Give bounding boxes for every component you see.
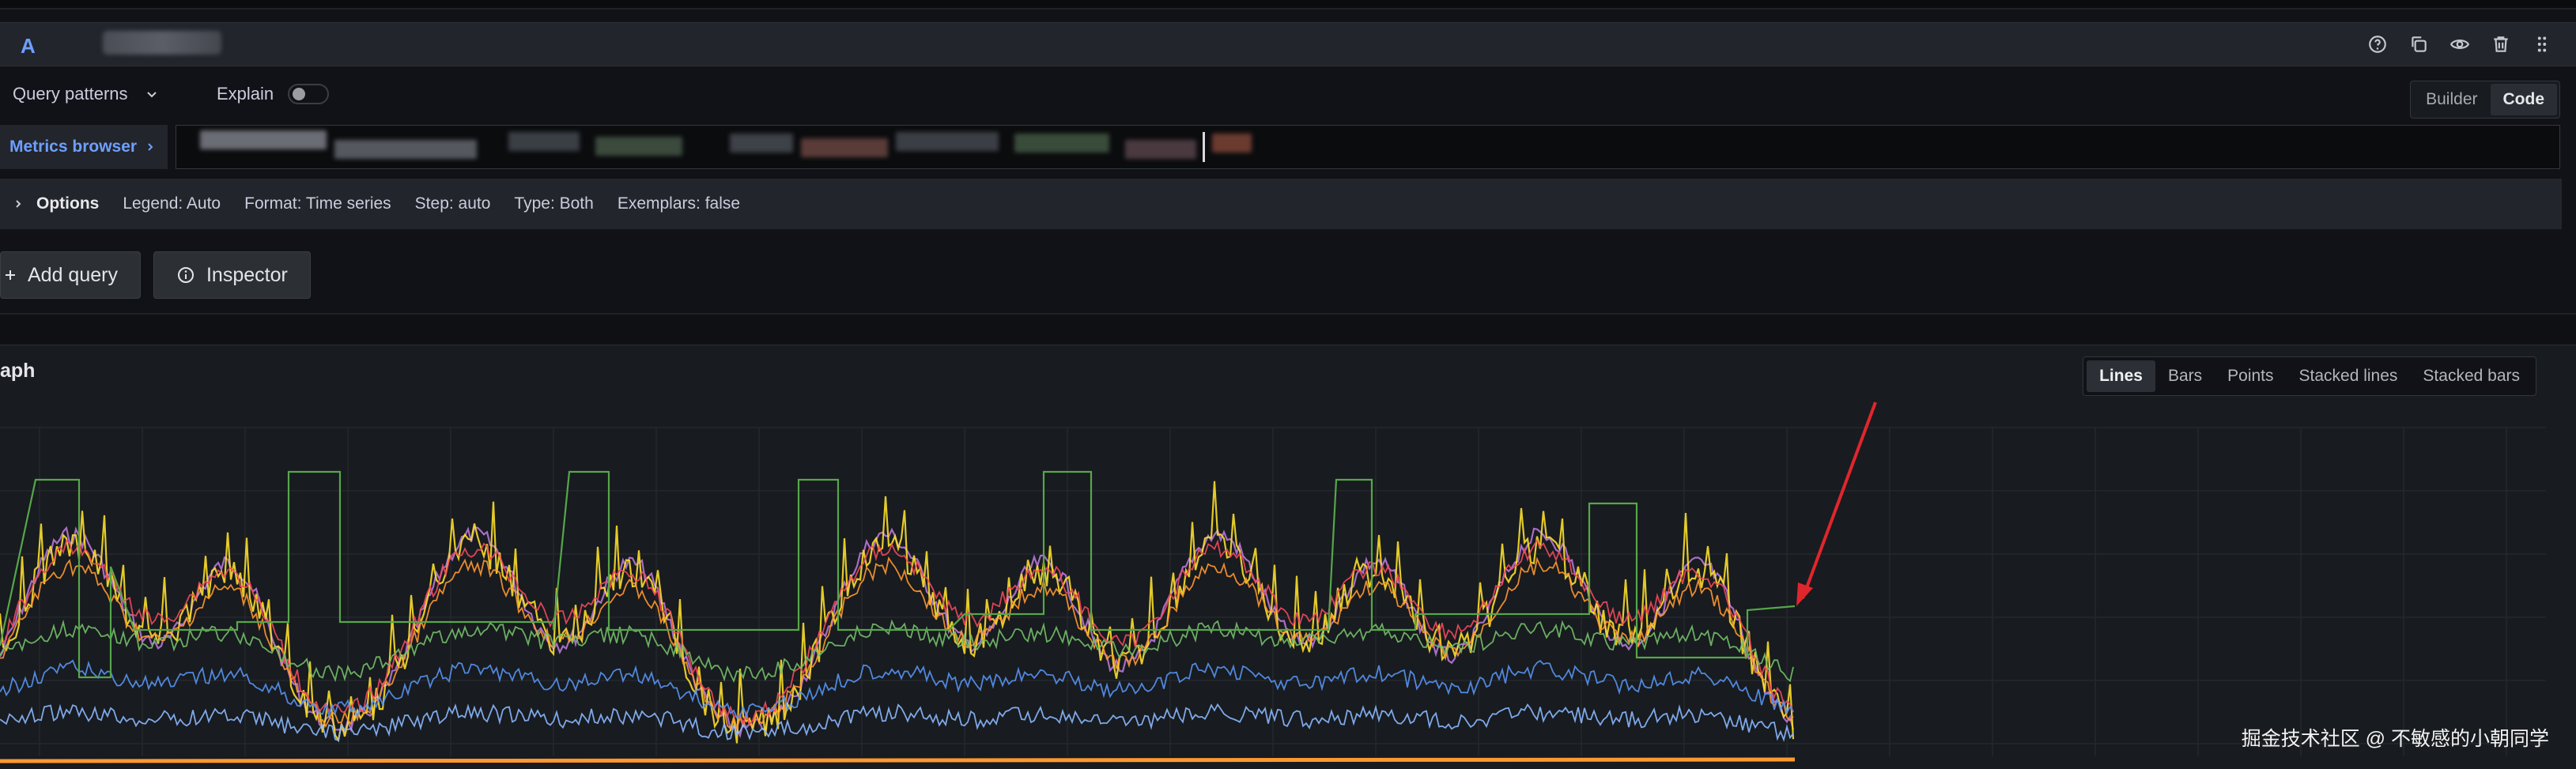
drag-handle-icon[interactable] xyxy=(2530,32,2554,56)
option-legend: Legend: Auto xyxy=(123,194,221,213)
inspector-label: Inspector xyxy=(206,263,288,286)
eye-icon[interactable] xyxy=(2448,32,2472,56)
graph-mode-switch: Lines Bars Points Stacked lines Stacked … xyxy=(2083,356,2536,396)
text-cursor xyxy=(1203,132,1205,162)
query-actions xyxy=(2366,32,2554,56)
graph-panel: aph Lines Bars Points Stacked lines Stac… xyxy=(0,345,2576,769)
stacked-lines-mode-button[interactable]: Stacked lines xyxy=(2287,360,2411,392)
series-line xyxy=(0,703,1794,742)
query-header-row: A xyxy=(0,22,2576,66)
series-line xyxy=(0,481,1795,744)
plus-icon xyxy=(6,270,15,280)
metrics-browser-button[interactable]: Metrics browser xyxy=(0,125,168,169)
help-icon[interactable] xyxy=(2366,32,2389,56)
add-query-label: Add query xyxy=(28,263,118,286)
annotation-arrow xyxy=(1801,401,1877,599)
series-baseline xyxy=(0,757,1796,763)
watermark: 掘金技术社区 @ 不敏感的小朝同学 xyxy=(2241,728,2549,750)
query-code-input[interactable] xyxy=(176,125,2560,169)
graph-plot[interactable] xyxy=(0,345,2576,769)
option-type: Type: Both xyxy=(514,194,594,213)
query-patterns-dropdown[interactable]: Query patterns xyxy=(13,84,158,104)
series-line-green xyxy=(0,470,1796,679)
option-step: Step: auto xyxy=(414,194,491,213)
stacked-bars-mode-button[interactable]: Stacked bars xyxy=(2410,360,2533,392)
editor-mode-switch: Builder Code xyxy=(2410,81,2560,119)
lines-mode-button[interactable]: Lines xyxy=(2087,360,2155,392)
options-row[interactable]: Options Legend: Auto Format: Time series… xyxy=(0,179,2562,229)
option-exemplars: Exemplars: false xyxy=(617,194,741,213)
inspector-button[interactable]: Inspector xyxy=(153,251,311,299)
series-line xyxy=(0,556,1794,731)
query-name-redacted xyxy=(103,31,221,55)
top-strip xyxy=(0,0,2576,9)
graph-title: aph xyxy=(0,360,36,382)
chevron-down-icon xyxy=(146,92,157,98)
chevron-right-icon xyxy=(16,200,21,208)
query-patterns-label: Query patterns xyxy=(13,84,128,104)
chevron-right-icon xyxy=(148,143,153,151)
trash-icon[interactable] xyxy=(2489,32,2513,56)
points-mode-button[interactable]: Points xyxy=(2215,360,2286,392)
query-toolbar: Query patterns Explain Builder Code xyxy=(0,73,2576,119)
section-separator xyxy=(0,313,2576,345)
explain-toggle-group: Explain xyxy=(217,84,330,104)
options-label: Options xyxy=(36,194,100,213)
duplicate-icon[interactable] xyxy=(2407,32,2431,56)
add-query-button[interactable]: Add query xyxy=(0,251,141,299)
info-circle-icon xyxy=(177,267,194,283)
query-actions-row: Add query Inspector xyxy=(0,251,311,299)
metrics-browser-label: Metrics browser xyxy=(9,138,138,156)
option-format: Format: Time series xyxy=(244,194,391,213)
series-line xyxy=(0,526,1795,739)
series-line xyxy=(0,539,1794,726)
explain-toggle[interactable] xyxy=(288,84,330,104)
code-mode-button[interactable]: Code xyxy=(2490,84,2557,115)
annotation-arrowhead xyxy=(1796,582,1813,606)
bars-mode-button[interactable]: Bars xyxy=(2155,360,2215,392)
query-letter[interactable]: A xyxy=(21,34,36,58)
builder-mode-button[interactable]: Builder xyxy=(2413,84,2490,115)
explain-label: Explain xyxy=(217,84,274,104)
metrics-row: Metrics browser xyxy=(0,125,2562,169)
